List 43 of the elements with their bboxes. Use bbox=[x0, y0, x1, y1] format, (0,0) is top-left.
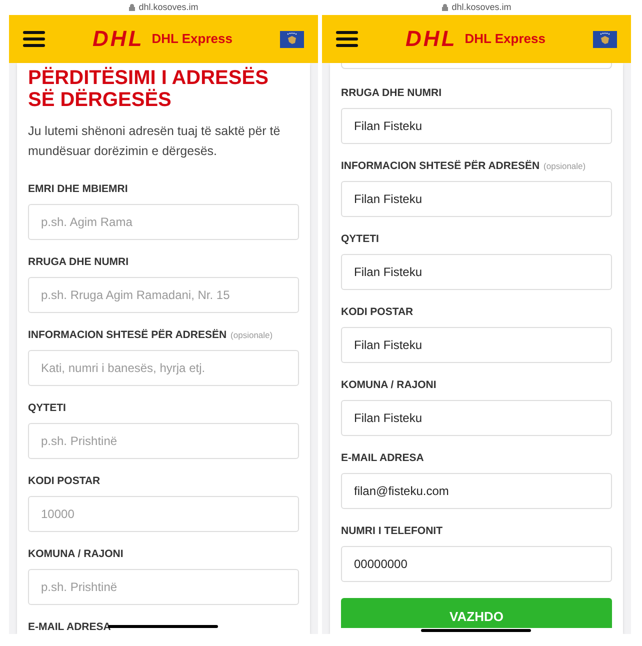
input-field[interactable]: Filan Fisteku bbox=[341, 108, 612, 144]
field-label: E-MAIL ADRESA bbox=[28, 621, 111, 634]
logo[interactable]: DHL bbox=[406, 28, 457, 50]
input-field[interactable]: Filan Fisteku bbox=[341, 181, 612, 217]
intro-text: Ju lutemi shënoni adresën tuaj të saktë për të mundësuar dorëzimin e dërgesës. bbox=[28, 123, 282, 160]
optional-note: (opsionale) bbox=[230, 329, 273, 342]
lock-icon bbox=[128, 4, 135, 11]
field-label: NUMRI I TELEFONIT bbox=[341, 525, 442, 538]
flag-icon bbox=[280, 30, 304, 48]
brand-name: DHL Express bbox=[464, 30, 546, 48]
input-field[interactable]: 10000 bbox=[28, 496, 299, 532]
field-label: RRUGA DHE NUMRI bbox=[341, 87, 442, 100]
field-label: KOMUNA / RAJONI bbox=[341, 379, 436, 392]
brand-name: DHL Express bbox=[152, 30, 232, 48]
input-field[interactable]: p.sh. Prishtinë bbox=[28, 569, 299, 605]
field-label: INFORMACION SHTESË PËR ADRESËN bbox=[28, 329, 227, 342]
lock-icon bbox=[442, 4, 448, 11]
field-label: KODI POSTAR bbox=[28, 475, 100, 488]
input-field[interactable]: Filan Fisteku bbox=[341, 400, 612, 436]
input-field[interactable]: 00000000 bbox=[341, 546, 612, 582]
field-label: INFORMACION SHTESË PËR ADRESËN bbox=[341, 160, 540, 173]
field-label: QYTETI bbox=[341, 233, 379, 246]
field-label: E-MAIL ADRESA bbox=[341, 452, 424, 465]
input-field[interactable]: p.sh. Prishtinë bbox=[28, 423, 299, 459]
logo[interactable]: DHL bbox=[92, 28, 144, 50]
input-field[interactable]: p.sh. Rruga Agim Ramadani, Nr. 15 bbox=[28, 277, 299, 313]
field-label: KOMUNA / RAJONI bbox=[28, 548, 124, 561]
field-label: RRUGA DHE NUMRI bbox=[28, 256, 129, 269]
flag-icon bbox=[593, 30, 617, 48]
input-field[interactable]: Filan Fisteku bbox=[341, 327, 612, 363]
input-field[interactable]: Filan Fisteku bbox=[341, 254, 612, 290]
url-text: dhl.kosoves.im bbox=[452, 3, 512, 12]
input-field[interactable]: p.sh. Agim Rama bbox=[28, 204, 299, 240]
input-field[interactable]: filan@fisteku.com bbox=[341, 473, 612, 509]
menu-icon[interactable] bbox=[336, 31, 358, 47]
optional-note: (opsionale) bbox=[544, 160, 586, 173]
field-label: QYTETI bbox=[28, 402, 66, 415]
menu-icon[interactable] bbox=[23, 31, 45, 47]
input-field[interactable]: Kati, numri i banesës, hyrja etj. bbox=[28, 350, 299, 386]
field-label: EMRI DHE MBIEMRI bbox=[28, 183, 128, 196]
field-label: KODI POSTAR bbox=[341, 306, 414, 319]
url-text: dhl.kosoves.im bbox=[138, 3, 198, 12]
page-title: PËRDITËSIMI I ADRESËS SË DËRGESËS bbox=[28, 67, 270, 111]
